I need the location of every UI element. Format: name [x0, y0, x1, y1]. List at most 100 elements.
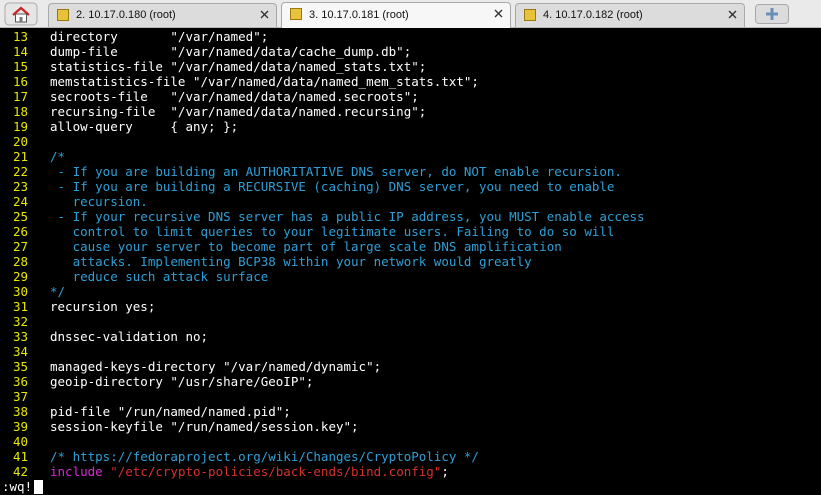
line-number: 17 — [12, 89, 28, 104]
code-text: - If your recursive DNS server has a pub… — [50, 209, 645, 224]
line-number: 26 — [12, 224, 28, 239]
code-line: 25 - If your recursive DNS server has a … — [0, 209, 645, 224]
line-number: 30 — [12, 284, 28, 299]
code-line: 20 — [0, 134, 28, 149]
code-token: include — [50, 464, 111, 479]
line-number: 14 — [12, 44, 28, 59]
tab-session-4[interactable]: 4. 10.17.0.182 (root) — [515, 3, 745, 27]
close-icon[interactable] — [493, 8, 504, 19]
line-number: 27 — [12, 239, 28, 254]
close-icon[interactable] — [259, 9, 270, 20]
line-number: 24 — [12, 194, 28, 209]
code-line: 23 - If you are building a RECURSIVE (ca… — [0, 179, 615, 194]
code-text: geoip-directory "/usr/share/GeoIP"; — [50, 374, 314, 389]
line-number: 25 — [12, 209, 28, 224]
code-line: 39 session-keyfile "/run/named/session.ke… — [0, 419, 359, 434]
code-line: 29 reduce such attack surface — [0, 269, 268, 284]
session-icon — [290, 8, 302, 20]
session-icon — [524, 9, 536, 21]
code-line: 21 /* — [0, 149, 65, 164]
code-line: 41 /* https://fedoraproject.org/wiki/Chan… — [0, 449, 479, 464]
code-token: "/etc/crypto-policies/back-ends/bind.con… — [110, 464, 442, 479]
code-text: memstatistics-file "/var/named/data/name… — [50, 74, 479, 89]
line-number: 19 — [12, 119, 28, 134]
code-text: /* https://fedoraproject.org/wiki/Change… — [50, 449, 479, 464]
code-line: 33 dnssec-validation no; — [0, 329, 208, 344]
code-text: recursing-file "/var/named/data/named.re… — [50, 104, 427, 119]
line-number: 37 — [12, 389, 28, 404]
code-line: 15 statistics-file "/var/named/data/named… — [0, 59, 426, 74]
line-number: 15 — [12, 59, 28, 74]
line-number: 34 — [12, 344, 28, 359]
code-text: secroots-file "/var/named/data/named.sec… — [50, 89, 419, 104]
code-text: recursion. — [50, 194, 148, 209]
code-line: 38 pid-file "/run/named/named.pid"; — [0, 404, 291, 419]
code-text: - If you are building an AUTHORITATIVE D… — [50, 164, 622, 179]
line-number: 40 — [12, 434, 28, 449]
tab-session-2[interactable]: 2. 10.17.0.180 (root) — [48, 3, 277, 27]
code-text: recursion yes; — [50, 299, 156, 314]
code-line: 32 — [0, 314, 28, 329]
code-text: directory "/var/named"; — [50, 29, 269, 44]
code-line: 28 attacks. Implementing BCP38 within yo… — [0, 254, 532, 269]
tab-session-3[interactable]: 3. 10.17.0.181 (root) — [281, 2, 511, 28]
code-text: pid-file "/run/named/named.pid"; — [50, 404, 291, 419]
text-cursor — [34, 480, 43, 494]
code-text: - If you are building a RECURSIVE (cachi… — [50, 179, 615, 194]
home-button[interactable] — [4, 2, 38, 26]
line-number: 35 — [12, 359, 28, 374]
code-line: 19 allow-query { any; }; — [0, 119, 238, 134]
line-number: 16 — [12, 74, 28, 89]
code-line: 27 cause your server to become part of l… — [0, 239, 562, 254]
vim-command-line[interactable]: :wq! — [2, 479, 32, 494]
line-number: 21 — [12, 149, 28, 164]
line-number: 13 — [12, 29, 28, 44]
code-line: 30 */ — [0, 284, 65, 299]
terminal-area[interactable]: 13 directory "/var/named"; 14 dump-file "/v… — [0, 28, 821, 495]
code-line: 17 secroots-file "/var/named/data/named.s… — [0, 89, 419, 104]
tab-label: 4. 10.17.0.182 (root) — [543, 9, 643, 21]
new-tab-icon — [766, 8, 778, 20]
code-line: 36 geoip-directory "/usr/share/GeoIP"; — [0, 374, 313, 389]
line-number: 38 — [12, 404, 28, 419]
new-tab-button[interactable] — [755, 4, 789, 24]
code-text: allow-query { any; }; — [50, 119, 239, 134]
line-number: 18 — [12, 104, 28, 119]
code-line: 35 managed-keys-directory "/var/named/dyn… — [0, 359, 381, 374]
line-number: 42 — [12, 464, 28, 479]
code-line: 37 — [0, 389, 28, 404]
code-line: 24 recursion. — [0, 194, 148, 209]
line-number: 33 — [12, 329, 28, 344]
tab-label: 2. 10.17.0.180 (root) — [76, 9, 176, 21]
code-line: 14 dump-file "/var/named/data/cache_dump.… — [0, 44, 411, 59]
home-icon — [4, 2, 38, 26]
code-text: session-keyfile "/run/named/session.key"… — [50, 419, 359, 434]
line-number: 22 — [12, 164, 28, 179]
code-line: 40 — [0, 434, 28, 449]
code-text: reduce such attack surface — [50, 269, 269, 284]
line-number: 41 — [12, 449, 28, 464]
code-line: 13 directory "/var/named"; — [0, 29, 268, 44]
code-text: control to limit queries to your legitim… — [50, 224, 615, 239]
line-number: 20 — [12, 134, 28, 149]
session-icon — [57, 9, 69, 21]
line-number: 23 — [12, 179, 28, 194]
line-number: 39 — [12, 419, 28, 434]
code-token: ; — [441, 464, 449, 479]
code-text: include "/etc/crypto-policies/back-ends/… — [50, 464, 449, 479]
code-text: dnssec-validation no; — [50, 329, 209, 344]
code-text: cause your server to become part of larg… — [50, 239, 562, 254]
line-number: 36 — [12, 374, 28, 389]
tab-label: 3. 10.17.0.181 (root) — [309, 9, 409, 21]
code-line: 16 memstatistics-file "/var/named/data/na… — [0, 74, 479, 89]
code-line: 34 — [0, 344, 28, 359]
close-icon[interactable] — [727, 9, 738, 20]
code-line: 31 recursion yes; — [0, 299, 155, 314]
code-text: */ — [50, 284, 66, 299]
code-line: 22 - If you are building an AUTHORITATIV… — [0, 164, 622, 179]
code-text: statistics-file "/var/named/data/named_s… — [50, 59, 427, 74]
code-text: managed-keys-directory "/var/named/dynam… — [50, 359, 382, 374]
line-number: 31 — [12, 299, 28, 314]
line-number: 28 — [12, 254, 28, 269]
code-line: 18 recursing-file "/var/named/data/named.… — [0, 104, 426, 119]
